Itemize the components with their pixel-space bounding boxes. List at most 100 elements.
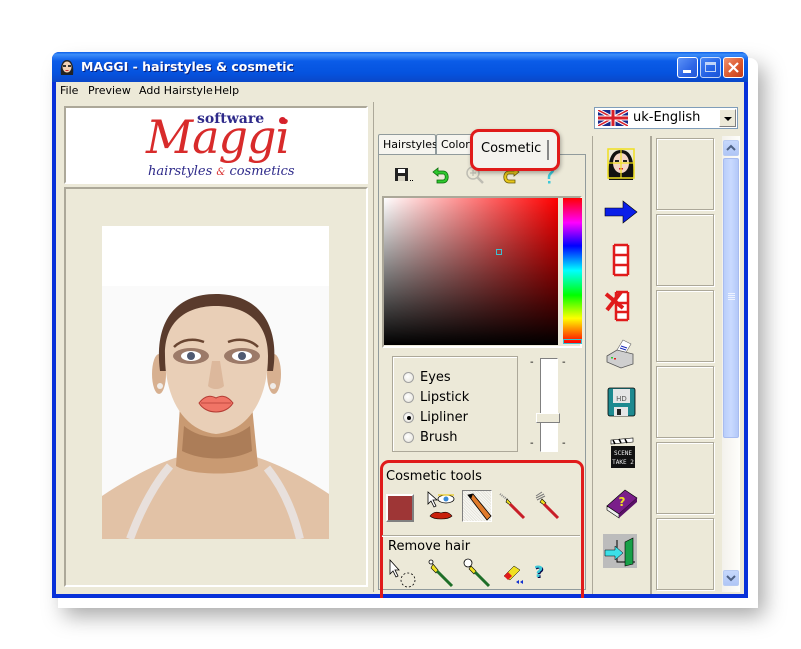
uk-flag-icon bbox=[598, 110, 628, 126]
window-title: MAGGI - hairstyles & cosmetic bbox=[81, 59, 294, 74]
next-arrow-icon[interactable] bbox=[603, 194, 639, 230]
radio-brush[interactable]: Brush bbox=[403, 428, 458, 446]
logo-software: software bbox=[197, 111, 265, 127]
close-icon bbox=[728, 62, 739, 73]
vertical-scrollbar[interactable] bbox=[722, 136, 740, 592]
face-illustration bbox=[102, 226, 329, 539]
minimize-button[interactable] bbox=[677, 57, 698, 78]
pencil-tool[interactable] bbox=[462, 490, 492, 522]
language-select[interactable]: uk-English bbox=[594, 107, 738, 129]
thumbnail-slot[interactable] bbox=[656, 214, 714, 286]
fan-brush-tool[interactable] bbox=[532, 490, 562, 522]
hairstyle-thumbnail-list bbox=[652, 136, 724, 592]
pencil-icon bbox=[467, 493, 492, 521]
lasso-select-tool[interactable] bbox=[388, 558, 418, 590]
eye-lip-select-tool[interactable] bbox=[426, 490, 456, 522]
clapper-scene-text: SCENE bbox=[614, 450, 632, 457]
intensity-slider-thumb[interactable] bbox=[536, 412, 560, 423]
thumbnail-slot[interactable] bbox=[656, 442, 714, 514]
scene-clapper-icon[interactable]: SCENE TAKE 2 bbox=[603, 436, 639, 472]
preview-panel: Maggi software hairstyles & cosmetics bbox=[58, 102, 374, 592]
slider-tick-top-right: - bbox=[562, 357, 566, 368]
title-bar[interactable]: MAGGI - hairstyles & cosmetic bbox=[52, 52, 748, 82]
undo-icon[interactable] bbox=[430, 164, 452, 186]
radio-lipstick-label: Lipstick bbox=[420, 389, 470, 405]
color-picker bbox=[382, 196, 582, 348]
svg-text:?: ? bbox=[619, 495, 626, 509]
chevron-down-icon bbox=[726, 575, 736, 582]
scroll-grip bbox=[728, 295, 735, 296]
side-toolbar: HD SCENE TAKE 2 ? bbox=[592, 136, 652, 594]
face-photo[interactable] bbox=[102, 226, 329, 539]
saturation-value-area[interactable] bbox=[384, 198, 558, 345]
cosmetic-tools-label: Cosmetic tools bbox=[386, 469, 482, 484]
eraser-tool[interactable] bbox=[498, 558, 528, 590]
minimize-icon bbox=[683, 70, 691, 73]
chevron-up-icon bbox=[726, 144, 736, 151]
radio-brush-control[interactable] bbox=[403, 431, 414, 443]
brush-tool[interactable] bbox=[498, 490, 528, 522]
scroll-up-button[interactable] bbox=[723, 140, 739, 156]
large-brush-tool[interactable] bbox=[462, 558, 492, 590]
radio-lipliner-label: Lipliner bbox=[420, 409, 468, 425]
thumbnail-slot[interactable] bbox=[656, 518, 714, 590]
photo-frame bbox=[64, 187, 368, 587]
menu-file[interactable]: File bbox=[60, 84, 78, 97]
maximize-icon bbox=[705, 62, 716, 72]
close-button[interactable] bbox=[723, 57, 744, 78]
radio-eyes-label: Eyes bbox=[420, 369, 451, 385]
tab-cosmetic[interactable]: Cosmetic bbox=[470, 129, 560, 171]
app-face-icon bbox=[60, 60, 74, 75]
radio-eyes-control[interactable] bbox=[403, 371, 414, 383]
maggi-logo: Maggi software hairstyles & cosmetics bbox=[64, 106, 368, 184]
current-color-swatch[interactable] bbox=[386, 494, 414, 522]
thumbnail-slot[interactable] bbox=[656, 290, 714, 362]
slider-tick-top-left: - bbox=[530, 357, 534, 368]
intensity-slider-track[interactable] bbox=[540, 358, 558, 452]
color-picker-marker[interactable] bbox=[496, 249, 502, 255]
remove-hair-label: Remove hair bbox=[388, 539, 471, 554]
scroll-thumb[interactable] bbox=[723, 158, 739, 438]
menu-bar: File Preview Add Hairstyle Help bbox=[56, 82, 744, 100]
save-disk-icon[interactable]: HD bbox=[603, 384, 639, 420]
cosmetic-panel: Hairstyles Colors Cosmetic Eyes Lipstick… bbox=[376, 102, 586, 598]
delete-frame-icon[interactable] bbox=[603, 288, 639, 324]
hue-marker[interactable] bbox=[563, 339, 582, 344]
maximize-button[interactable] bbox=[700, 57, 721, 78]
menu-add-hairstyle[interactable]: Add Hairstyle bbox=[139, 84, 213, 97]
clapper-take-text: TAKE 2 bbox=[612, 459, 634, 466]
logo-subtitle-amp: & bbox=[216, 167, 226, 178]
radio-lipstick-control[interactable] bbox=[403, 391, 414, 403]
print-icon[interactable] bbox=[603, 336, 639, 372]
logo-dot bbox=[279, 117, 286, 124]
logo-subtitle: hairstyles & cosmetics bbox=[148, 164, 295, 179]
save-icon[interactable] bbox=[392, 164, 414, 186]
scroll-grip bbox=[728, 297, 735, 298]
remove-hair-help-tool[interactable]: ? bbox=[534, 562, 564, 594]
slider-tick-bottom-left: - bbox=[530, 438, 534, 449]
scroll-grip bbox=[728, 299, 735, 300]
logo-subtitle-left: hairstyles bbox=[148, 164, 213, 179]
small-brush-tool[interactable] bbox=[426, 558, 456, 590]
hue-slider[interactable] bbox=[563, 198, 582, 343]
menu-preview[interactable]: Preview bbox=[88, 84, 131, 97]
add-frame-icon[interactable] bbox=[603, 242, 639, 278]
radio-lipliner-control[interactable] bbox=[403, 411, 414, 423]
help-book-icon[interactable]: ? bbox=[603, 484, 639, 520]
tab-hairstyles[interactable]: Hairstyles bbox=[378, 134, 438, 154]
thumbnail-slot[interactable] bbox=[656, 138, 714, 210]
scroll-grip bbox=[728, 293, 735, 294]
tab-cosmetic-label: Cosmetic bbox=[481, 141, 542, 156]
radio-lipstick[interactable]: Lipstick bbox=[403, 388, 469, 406]
client-area: File Preview Add Hairstyle Help Maggi so… bbox=[56, 82, 744, 598]
face-grid-icon[interactable] bbox=[603, 146, 639, 182]
thumbnail-slot[interactable] bbox=[656, 366, 714, 438]
radio-lipliner[interactable]: Lipliner bbox=[403, 408, 468, 426]
disk-label: HD bbox=[616, 395, 627, 403]
radio-eyes[interactable]: Eyes bbox=[403, 368, 451, 386]
logo-subtitle-right: cosmetics bbox=[229, 164, 295, 179]
scroll-down-button[interactable] bbox=[723, 570, 739, 586]
menu-help[interactable]: Help bbox=[214, 84, 239, 97]
exit-door-icon[interactable] bbox=[603, 534, 639, 570]
dropdown-arrow-icon[interactable] bbox=[719, 109, 736, 127]
